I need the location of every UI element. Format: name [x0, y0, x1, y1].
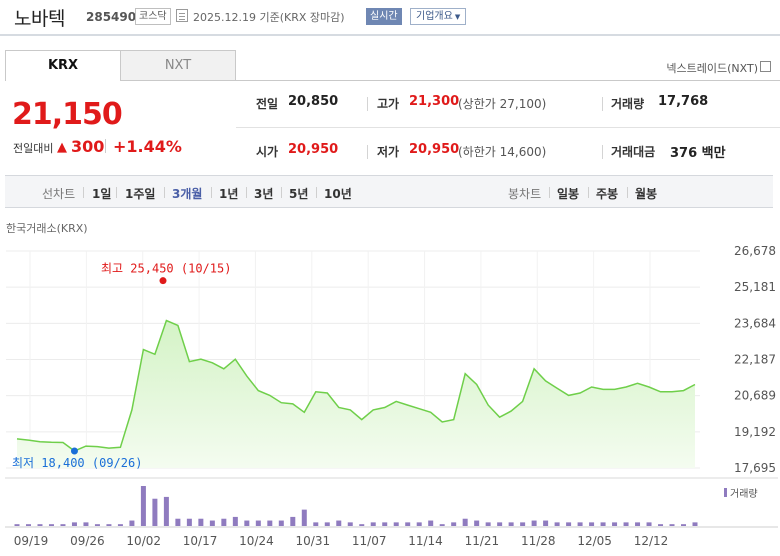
y-tick-label: 26,678 [734, 244, 776, 258]
volume-bar [635, 522, 641, 526]
volume-bar [393, 522, 399, 526]
x-axis-ticks: 09/19 09/26 10/02 10/17 10/24 10/31 11/07 11/14… [14, 534, 669, 548]
volume-bar [577, 522, 583, 526]
volume-bar [175, 518, 181, 526]
price-chart[interactable]: 26,678 25,181 23,684 22,187 20,689 19,192 17,6… [0, 0, 780, 556]
x-tick-label: 10/02 [126, 534, 161, 548]
volume-bar [106, 524, 112, 526]
volume-bar [48, 524, 54, 526]
volume-bar [623, 522, 629, 526]
volume-bar [405, 522, 411, 526]
volume-bar [186, 518, 192, 526]
volume-bar [428, 520, 434, 526]
volume-bar [301, 509, 307, 526]
volume-legend: 거래량 [724, 488, 758, 500]
volume-bar [71, 522, 77, 526]
volume-bar [485, 522, 491, 526]
volume-bar [290, 516, 296, 526]
volume-bar [520, 522, 526, 526]
volume-bars [14, 486, 698, 526]
volume-bar [232, 516, 238, 526]
volume-bar [451, 522, 457, 526]
x-tick-label: 10/24 [239, 534, 274, 548]
y-axis-ticks: 26,678 25,181 23,684 22,187 20,689 19,192 17,6… [734, 244, 776, 475]
volume-bar [152, 498, 158, 526]
volume-bar [681, 524, 687, 526]
x-tick-label: 11/14 [408, 534, 443, 548]
y-tick-label: 20,689 [734, 389, 776, 403]
x-tick-label: 11/28 [521, 534, 556, 548]
volume-legend-swatch [724, 488, 727, 497]
x-tick-label: 11/21 [465, 534, 500, 548]
volume-bar [543, 520, 549, 526]
x-tick-label: 09/19 [14, 534, 49, 548]
high-annotation: 최고 25,450 (10/15) [101, 262, 231, 276]
volume-bar [416, 522, 422, 526]
volume-bar [370, 522, 376, 526]
volume-bar [25, 524, 31, 526]
y-tick-label: 23,684 [734, 316, 776, 330]
volume-bar [163, 496, 169, 526]
volume-bar [255, 520, 261, 526]
volume-legend-label: 거래량 [730, 488, 758, 500]
volume-bar [359, 524, 365, 526]
low-annotation: 최저 18,400 (09/26) [12, 456, 142, 470]
volume-bar [37, 524, 43, 526]
volume-bar [324, 522, 330, 526]
volume-bar [474, 520, 480, 526]
volume-bar [129, 520, 135, 526]
volume-bar [14, 524, 20, 526]
x-tick-label: 10/31 [296, 534, 331, 548]
volume-bar [439, 524, 445, 526]
volume-bar [244, 520, 250, 526]
volume-bar [60, 524, 66, 526]
high-marker [159, 277, 167, 285]
volume-bar [382, 522, 388, 526]
volume-bar [497, 522, 503, 526]
y-tick-label: 19,192 [734, 425, 776, 439]
volume-bar [531, 520, 537, 526]
volume-bar [140, 486, 146, 526]
x-tick-label: 12/05 [577, 534, 612, 548]
volume-bar [646, 522, 652, 526]
low-marker [70, 447, 78, 455]
volume-bar [554, 522, 560, 526]
volume-bar [336, 520, 342, 526]
volume-bar [83, 522, 89, 526]
x-tick-label: 09/26 [70, 534, 105, 548]
volume-bar [278, 520, 284, 526]
volume-bar [462, 518, 468, 526]
volume-bar [669, 524, 675, 526]
volume-bar [209, 520, 215, 526]
x-tick-label: 12/12 [634, 534, 669, 548]
y-tick-label: 25,181 [734, 280, 776, 294]
x-tick-label: 11/07 [352, 534, 387, 548]
y-tick-label: 22,187 [734, 353, 776, 367]
volume-bar [313, 522, 319, 526]
volume-bar [589, 522, 595, 526]
volume-bar [117, 524, 123, 526]
y-tick-label: 17,695 [734, 461, 776, 475]
volume-bar [658, 524, 664, 526]
volume-bar [692, 522, 698, 526]
x-tick-label: 10/17 [183, 534, 218, 548]
volume-bar [347, 522, 353, 526]
volume-bar [566, 522, 572, 526]
volume-bar [612, 522, 618, 526]
volume-bar [267, 520, 273, 526]
volume-bar [600, 522, 606, 526]
volume-bar [94, 524, 100, 526]
chart-grid [5, 250, 778, 528]
volume-bar [221, 518, 227, 526]
volume-bar [508, 522, 514, 526]
volume-bar [198, 518, 204, 526]
